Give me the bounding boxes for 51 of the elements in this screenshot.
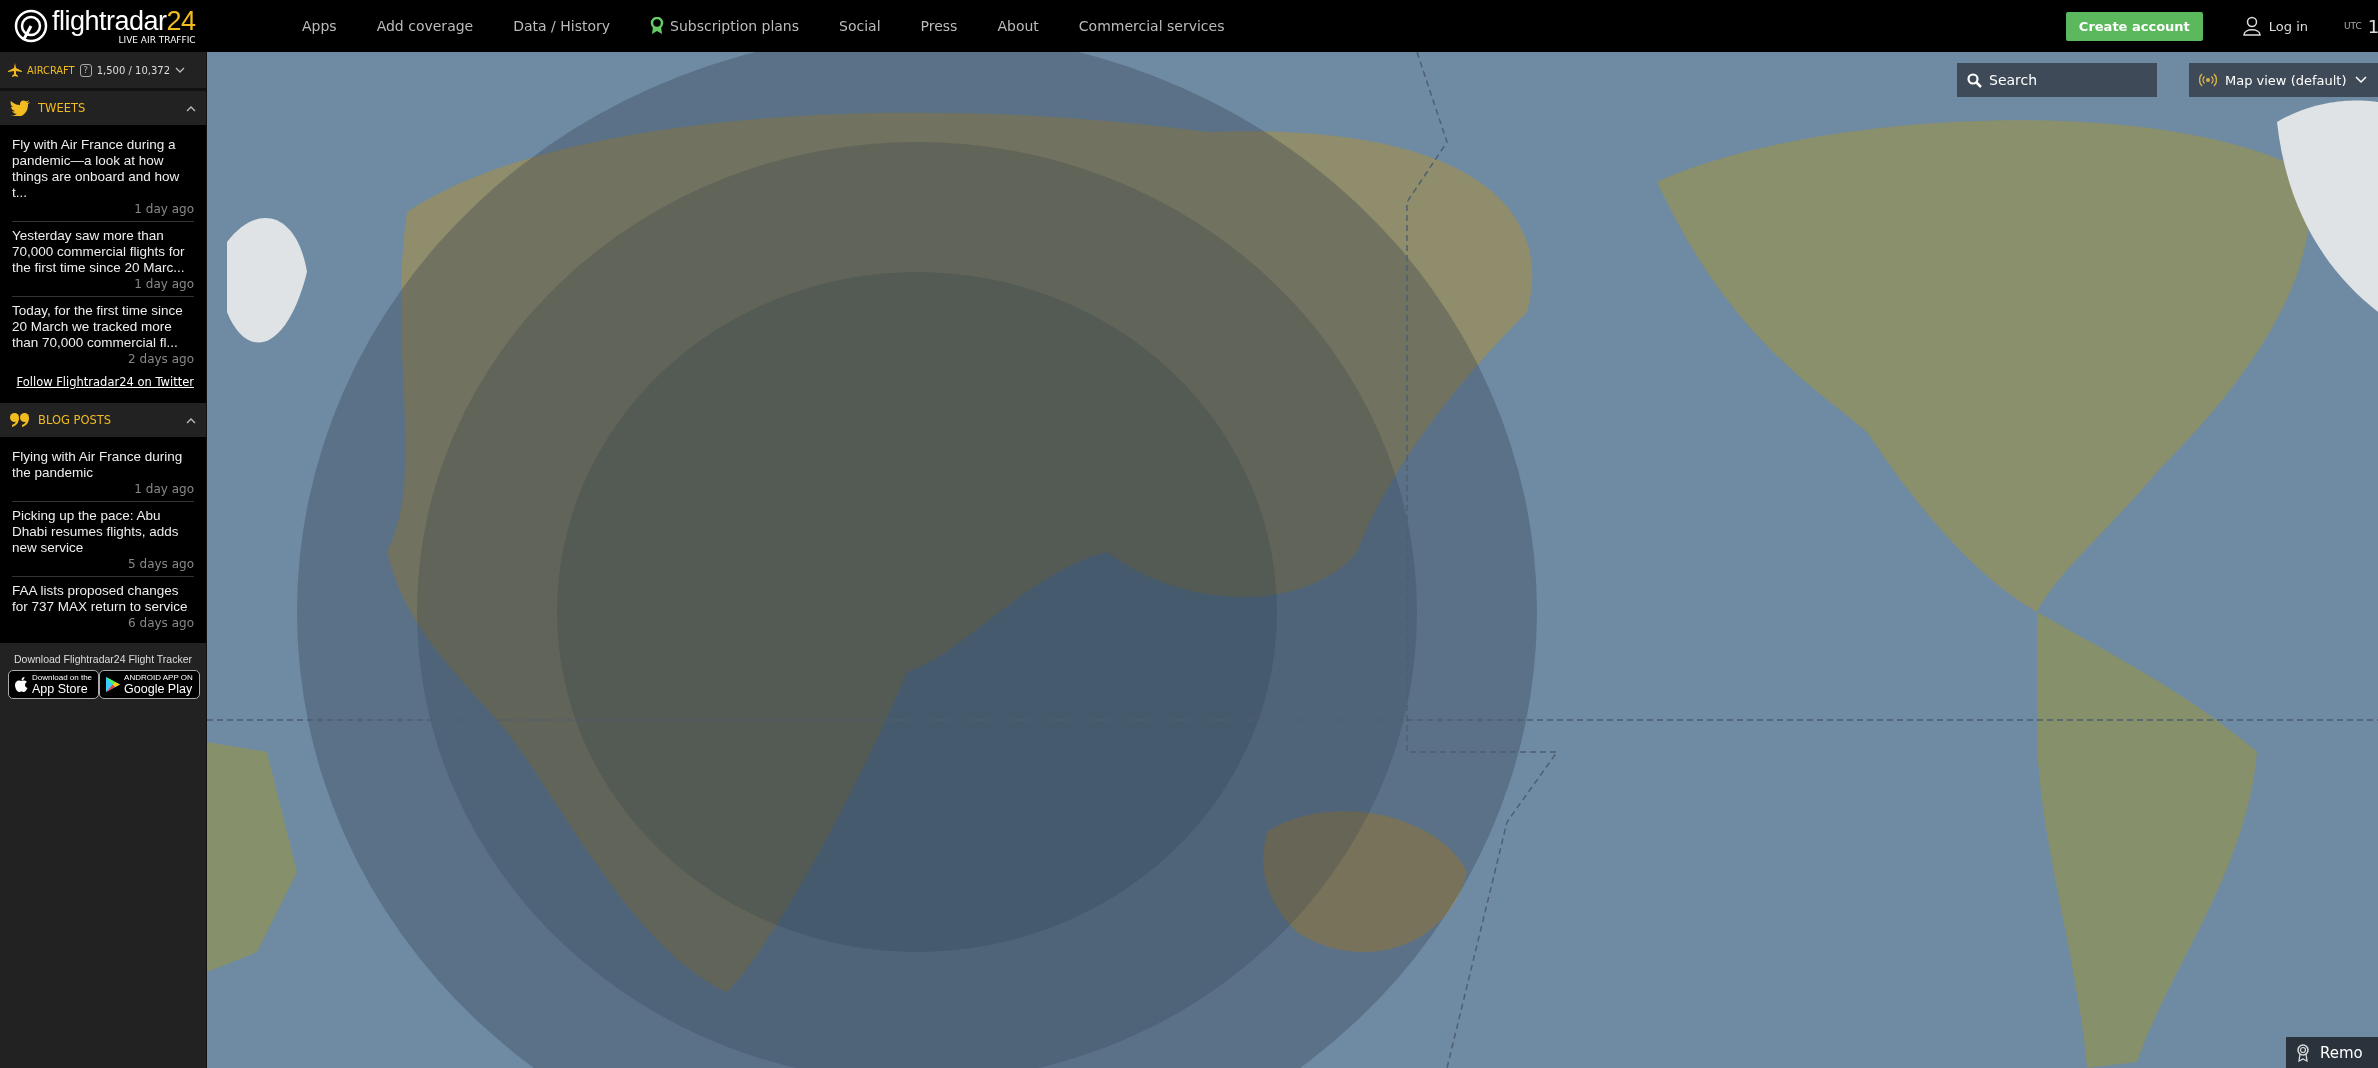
search-field[interactable]: Search bbox=[1957, 63, 2157, 97]
post-title[interactable]: Today, for the first time since 20 March we tracked more than 70,000 commercial fl... bbox=[12, 303, 194, 351]
section-title: BLOG POSTS bbox=[38, 413, 113, 427]
collapse-icon[interactable] bbox=[186, 104, 196, 112]
post-time: 1 day ago bbox=[133, 481, 194, 497]
search-icon bbox=[1967, 73, 1982, 88]
tagline: LIVE AIR TRAFFIC bbox=[118, 35, 196, 45]
post-time: 6 days ago bbox=[127, 615, 194, 631]
map-view-dropdown[interactable]: Map view (default) bbox=[2189, 63, 2378, 97]
section-title: TWEETS bbox=[38, 101, 87, 115]
nav-link[interactable]: Commercial services bbox=[1078, 17, 1225, 35]
nav-link[interactable]: Add coverage bbox=[376, 17, 474, 35]
store-badge[interactable]: Download on the App Store bbox=[8, 670, 100, 699]
post-time: 1 day ago bbox=[133, 276, 194, 292]
twitter-link[interactable]: Follow Flightradar24 on Twitter bbox=[16, 375, 194, 389]
download-title: Download Flightradar24 Flight Tracker bbox=[13, 653, 193, 665]
nav-link[interactable]: Press bbox=[920, 17, 958, 35]
logo-wordmark[interactable]: flightradar24 bbox=[52, 7, 196, 35]
help-icon[interactable]: ? bbox=[79, 63, 92, 77]
expand-icon[interactable] bbox=[175, 66, 186, 74]
caret-icon bbox=[2354, 76, 2367, 84]
collapse-icon[interactable] bbox=[186, 416, 196, 424]
ribbon-icon bbox=[2296, 1043, 2310, 1062]
aircraft-label: AIRCRAFT bbox=[27, 63, 75, 77]
login-link[interactable]: Log in bbox=[2242, 16, 2308, 36]
remove-ads-button[interactable]: Remo bbox=[2286, 1037, 2378, 1068]
play-icon bbox=[106, 677, 121, 692]
aircraft-count: 1,500 / 10,372 bbox=[96, 64, 171, 76]
nav-link[interactable]: Data / History bbox=[513, 17, 611, 35]
nav-link[interactable]: Apps bbox=[302, 17, 337, 35]
utc-label: UTC bbox=[2344, 21, 2362, 31]
quote-icon bbox=[10, 413, 30, 427]
bird-icon bbox=[10, 100, 30, 116]
broadcast-icon bbox=[2199, 73, 2217, 87]
post-time: 5 days ago bbox=[127, 556, 194, 572]
nav-link[interactable]: About bbox=[997, 17, 1039, 35]
nav-link[interactable]: Subscription plans bbox=[650, 17, 800, 35]
post-title[interactable]: Fly with Air France during a pandemic—a look at how things are onboard and how t... bbox=[12, 137, 194, 201]
store-badge[interactable]: ANDROID APP ON Google Play bbox=[99, 670, 200, 699]
plane-icon bbox=[8, 63, 22, 77]
post-title[interactable]: Picking up the pace: Abu Dhabi resumes flights, adds new service bbox=[12, 508, 194, 556]
post-title[interactable]: Yesterday saw more than 70,000 commercial flights for the first time since 20 Marc... bbox=[12, 228, 194, 276]
post-time: 1 day ago bbox=[133, 201, 194, 217]
post-title[interactable]: Flying with Air France during the pandemic bbox=[12, 449, 194, 481]
clock-time: 1 bbox=[2367, 15, 2378, 37]
radar-logo-icon bbox=[14, 9, 48, 43]
user-icon bbox=[2242, 16, 2261, 36]
apple-icon bbox=[15, 677, 28, 692]
post-title[interactable]: FAA lists proposed changes for 737 MAX return to service bbox=[12, 583, 194, 615]
post-time: 2 days ago bbox=[127, 351, 194, 367]
nav-link[interactable]: Social bbox=[839, 17, 881, 35]
